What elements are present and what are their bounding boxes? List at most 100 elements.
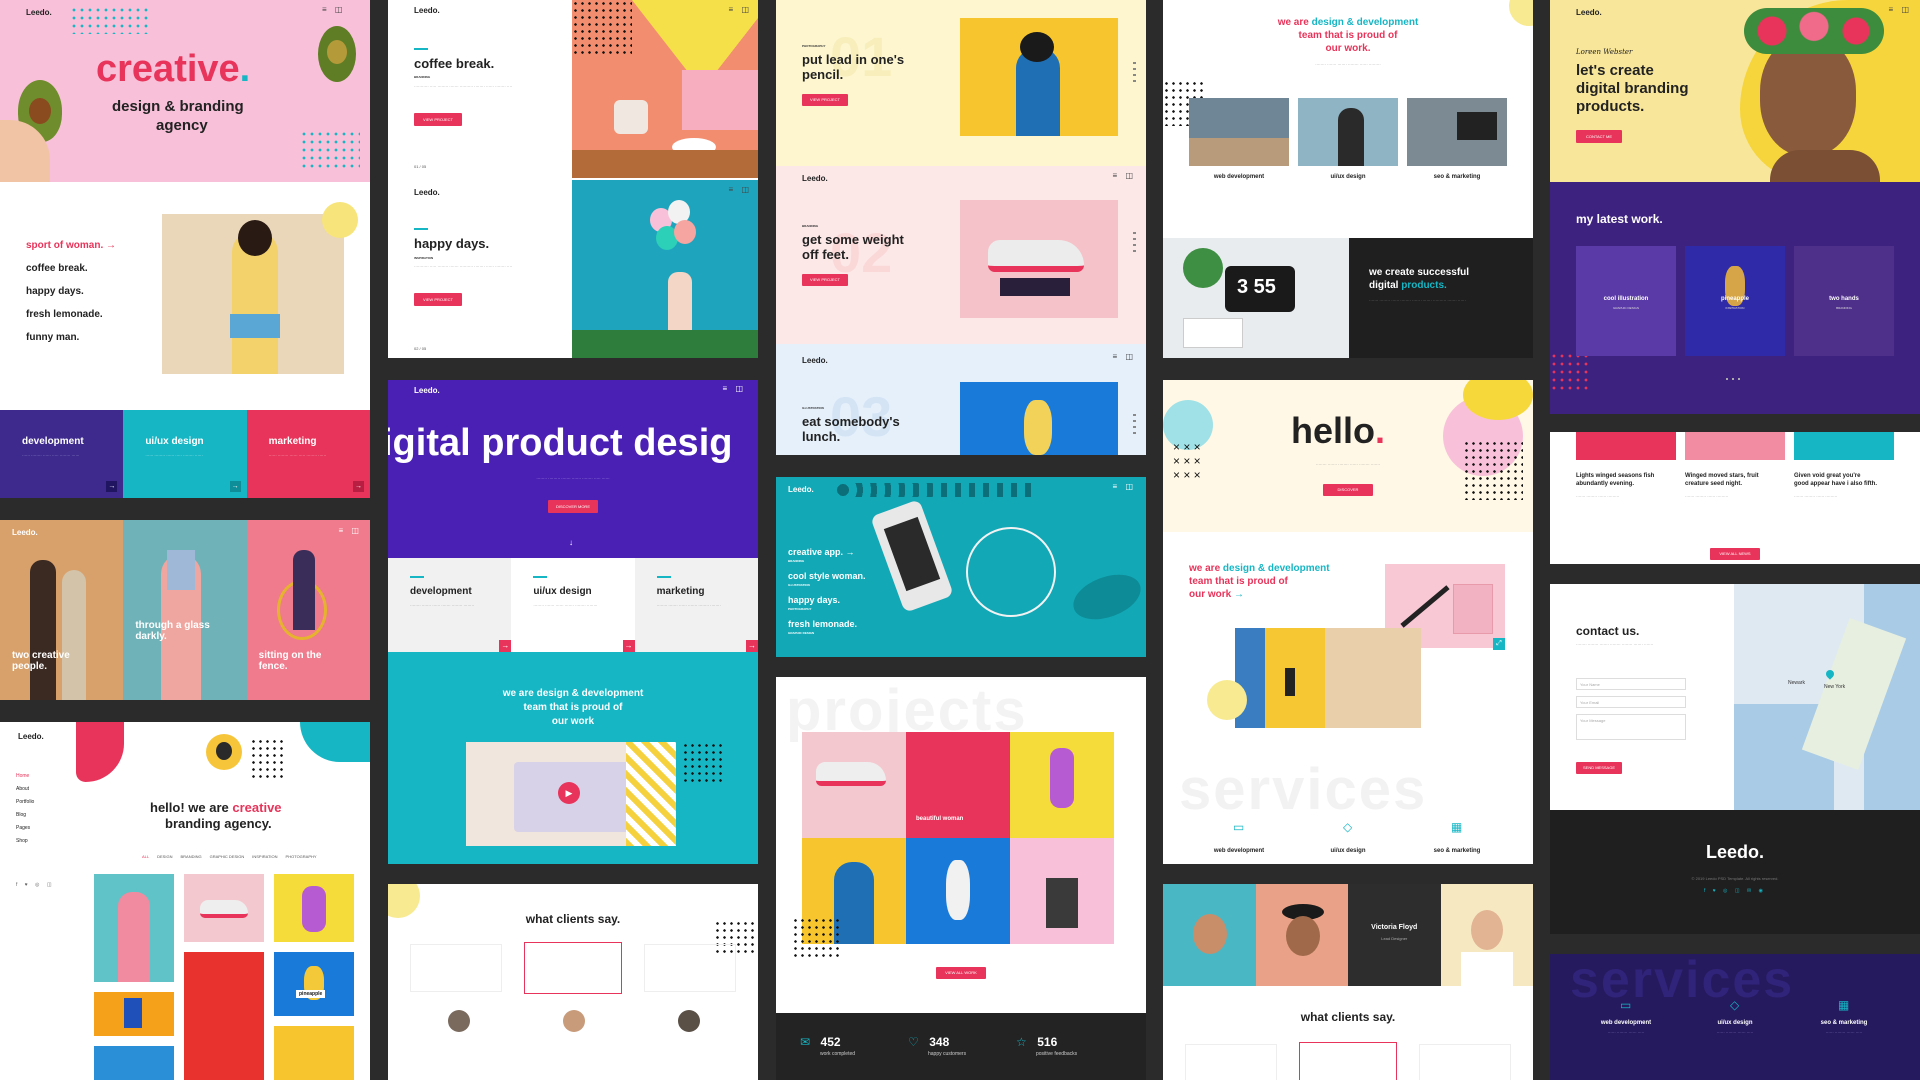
view-all-news-button[interactable]: VIEW ALL NEWS [1710,548,1760,560]
nav-blog[interactable]: Blog [16,809,34,822]
view-project-button[interactable]: VIEW PROJECT [414,113,462,126]
service-development[interactable]: development ········ ······· ······ ····… [388,558,512,652]
contact-me-button[interactable]: CONTACT ME [1576,130,1622,143]
project-beautiful-woman[interactable]: beautiful woman [906,732,1010,838]
logo[interactable]: Leedo. [802,356,828,365]
social-icons[interactable]: f ♥ ◎ ◫ ✉ ◉ [1550,888,1920,894]
menu-icon[interactable]: ≡ ◫ [1113,352,1136,361]
tile-red-feet[interactable] [184,952,264,1080]
post[interactable]: Given void great you're good appear have… [1794,472,1894,488]
filter-inspiration[interactable]: INSPIRATION [252,854,277,859]
project-hand[interactable] [1010,732,1114,838]
service-uiux[interactable]: ui/ux design ········ ······· ······ ···… [511,558,635,652]
filter-photography[interactable]: PHOTOGRAPHY [286,854,317,859]
logo[interactable]: Leedo. [18,732,44,741]
post[interactable]: Lights winged seasons fish abundantly ev… [1576,472,1676,488]
work-card-2[interactable]: pineapple INSPIRATION [1685,246,1785,356]
avatar[interactable] [448,1010,470,1032]
contact-field[interactable]: Your Message [1576,714,1686,740]
menu-icon[interactable]: ≡ ◫ [729,185,752,194]
logo[interactable]: Leedo. [12,528,38,537]
menu-icon[interactable]: ≡ ◫ [1889,5,1912,14]
tile-sneaker[interactable] [184,874,264,942]
menu-item[interactable]: fresh lemonade. [788,619,866,629]
service-photo-dev[interactable] [1189,98,1289,166]
arrow-button[interactable]: → [622,640,635,652]
avatar[interactable] [678,1010,700,1032]
arrow-button[interactable]: → [352,481,364,492]
people-photo-1[interactable]: two creative people. Leedo. [0,520,124,700]
logo[interactable]: Leedo. [1576,8,1602,17]
nav-shop[interactable]: Shop [16,835,34,848]
arrow-button[interactable]: → [229,481,241,492]
post[interactable]: Winged moved stars, fruit creature seed … [1685,472,1785,488]
team-member-1[interactable] [1163,884,1256,986]
menu-item-active[interactable]: sport of woman. → [26,240,116,251]
service-photo-uiux[interactable] [1298,98,1398,166]
tile-yellow[interactable] [274,1026,354,1080]
team-member-4[interactable] [1440,884,1533,986]
discover-button[interactable]: DISCOVER MORE [548,500,598,513]
menu-icon[interactable]: ≡ ◫ [723,384,746,393]
menu-item[interactable]: funny man. [26,332,116,343]
play-button-icon[interactable]: ▶ [558,782,580,804]
slider-dots[interactable] [1726,378,1744,380]
service-uiux[interactable]: ui/ux design ······ ········ ······ ····… [123,410,247,498]
menu-item[interactable]: fresh lemonade. [26,309,116,320]
arrow-button[interactable]: → [106,481,118,492]
tile-pineapple[interactable]: pineapple [274,952,354,1016]
tile-hand[interactable] [274,874,354,942]
logo[interactable]: Leedo. [802,174,828,183]
logo[interactable]: Leedo. [414,6,440,15]
project-books[interactable] [1010,838,1114,944]
menu-item[interactable]: coffee break. [26,263,116,274]
discover-button[interactable]: DISCOVER [1323,484,1373,496]
tile-blue[interactable] [94,1046,174,1080]
people-photo-3[interactable]: sitting on the fence. ≡ ◫ [246,520,370,700]
nav-home[interactable]: Home [16,770,34,783]
service-icon[interactable]: ▭ [1233,820,1244,834]
arrow-button[interactable]: → [499,640,512,652]
scroll-down-icon[interactable]: ↓ [569,538,573,547]
service-icon[interactable]: ▦ [1838,998,1849,1012]
menu-item[interactable]: cool style woman. [788,571,866,581]
menu-item[interactable]: creative app. → [788,547,866,557]
team-member-3[interactable]: Victoria Floyd Lead Designer [1348,884,1441,986]
service-marketing[interactable]: marketing ······ ········ ······ ····· ·… [246,410,370,498]
service-icon[interactable]: ◇ [1343,820,1352,834]
contact-field[interactable]: Your Email [1576,696,1686,708]
menu-icon[interactable]: ≡ ◫ [339,526,362,535]
post-thumb-1[interactable] [1576,432,1676,460]
slider-dots[interactable] [1133,62,1136,86]
work-card-3[interactable]: two hands BRANDING [1794,246,1894,356]
arrow-button[interactable]: → [745,640,758,652]
logo[interactable]: Leedo. [414,188,440,197]
project-pineapple[interactable] [906,838,1010,944]
menu-icon[interactable]: ≡ ◫ [322,5,345,14]
nav-portfolio[interactable]: Portfolio [16,796,34,809]
view-project-button[interactable]: VIEW PROJECT [802,274,848,286]
filter-branding[interactable]: BRANDING [180,854,201,859]
menu-icon[interactable]: ≡ ◫ [1113,171,1136,180]
logo[interactable]: Leedo. [26,8,52,17]
filter-graphic[interactable]: GRAPHIC DESIGN [210,854,245,859]
project-sneaker[interactable] [802,732,906,838]
work-card-1[interactable]: cool illustration GRAPHIC DESIGN [1576,246,1676,356]
map[interactable]: New York Newark [1734,584,1920,810]
logo[interactable]: Leedo. [788,485,814,494]
service-marketing[interactable]: marketing ········ ······· ······ ······… [634,558,758,652]
menu-icon[interactable]: ≡ ◫ [729,5,752,14]
service-icon[interactable]: ▦ [1451,820,1462,834]
menu-item[interactable]: happy days. [788,595,866,605]
filter-all[interactable]: ALL [142,854,149,859]
slider-dots[interactable] [1133,414,1136,438]
tile-book[interactable] [94,992,174,1036]
nav-about[interactable]: About [16,783,34,796]
view-project-button[interactable]: VIEW PROJECT [414,293,462,306]
people-photo-2[interactable]: through a glass darkly. [123,520,247,700]
send-message-button[interactable]: SEND MESSAGE [1576,762,1622,774]
logo[interactable]: Leedo. [414,386,440,395]
post-thumb-3[interactable] [1794,432,1894,460]
fullscreen-icon[interactable]: ⤢ [1493,638,1505,650]
avatar[interactable] [563,1010,585,1032]
